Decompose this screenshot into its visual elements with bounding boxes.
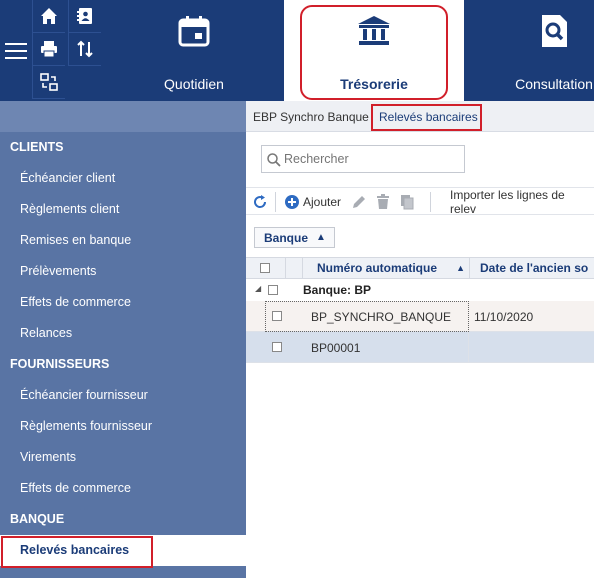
- pencil-icon: [353, 196, 365, 208]
- sidebar-item-remises-en-banque[interactable]: Remises en banque: [0, 225, 246, 256]
- sidebar-item-effets-commerce-client[interactable]: Effets de commerce: [0, 287, 246, 318]
- tab-label: Consultation: [515, 76, 593, 92]
- select-all-cell: [246, 258, 286, 279]
- table-row[interactable]: BP00001: [246, 332, 594, 363]
- sidebar-item-reglements-client[interactable]: Règlements client: [0, 194, 246, 225]
- cell-divider: [468, 332, 469, 363]
- grid-header-spacer: [286, 258, 303, 279]
- import-lines-label: Importer les lignes de relev: [450, 188, 565, 216]
- search-input[interactable]: [284, 150, 460, 168]
- sidebar-item-reglements-fournisseur[interactable]: Règlements fournisseur: [0, 411, 246, 442]
- group-by-label: Banque: [264, 230, 309, 245]
- select-all-checkbox[interactable]: [260, 263, 270, 273]
- row-numero: BP00001: [311, 341, 361, 355]
- row-checkbox[interactable]: [272, 342, 282, 352]
- delete-button[interactable]: [375, 193, 391, 211]
- calendar-icon: [177, 12, 211, 50]
- import-lines-button[interactable]: Importer les lignes de relev: [447, 188, 594, 216]
- duplicate-button[interactable]: [399, 193, 415, 211]
- toolbar-separator: [275, 192, 276, 212]
- print-icon: [41, 41, 57, 58]
- sidebar-item-effets-commerce-fournisseur[interactable]: Effets de commerce: [0, 473, 246, 504]
- group-by-chip[interactable]: Banque ▲: [254, 227, 335, 248]
- toolbar-separator: [430, 192, 431, 212]
- highlight-frame-sidebar: [1, 536, 153, 568]
- trash-icon: [377, 194, 389, 209]
- add-button-label: Ajouter: [303, 195, 342, 209]
- sort-button[interactable]: [68, 33, 101, 66]
- sidebar-section-fournisseurs: FOURNISSEURS: [10, 357, 110, 371]
- sort-asc-icon: ▲: [316, 232, 326, 243]
- sidebar-section-clients: CLIENTS: [10, 140, 64, 154]
- sidebar-item-relances[interactable]: Relances: [0, 318, 246, 349]
- sidebar-item-echeancier-fournisseur[interactable]: Échéancier fournisseur: [0, 380, 246, 411]
- add-button[interactable]: Ajouter: [284, 193, 341, 211]
- home-button[interactable]: [32, 0, 65, 33]
- search-doc-icon: [537, 12, 571, 50]
- sort-icon: [77, 40, 93, 58]
- sync-button[interactable]: [32, 66, 65, 99]
- data-grid: Numéro automatique ▲ Date de l'ancien so…: [246, 257, 594, 363]
- row-date: 11/10/2020: [474, 310, 534, 324]
- highlight-frame-tab: [300, 5, 448, 100]
- row-numero: BP_SYNCHRO_BANQUE: [311, 310, 452, 324]
- plus-circle-icon: [285, 195, 299, 209]
- tab-consultation[interactable]: Consultation: [494, 0, 594, 101]
- toolbar: Ajouter Importer les lignes de relev: [246, 187, 594, 216]
- column-header-date[interactable]: Date de l'ancien so: [470, 258, 594, 279]
- sidebar-header: [0, 101, 246, 132]
- breadcrumb-ebp-synchro-banque[interactable]: EBP Synchro Banque: [253, 110, 369, 124]
- grid-header: Numéro automatique ▲ Date de l'ancien so: [246, 257, 594, 279]
- sort-asc-icon: ▲: [456, 263, 465, 273]
- hamburger-icon: [5, 42, 27, 59]
- sidebar: CLIENTS Échéancier client Règlements cli…: [0, 101, 246, 578]
- tab-quotidien[interactable]: Quotidien: [140, 0, 248, 101]
- contacts-button[interactable]: [68, 0, 101, 33]
- sidebar-item-echeancier-client[interactable]: Échéancier client: [0, 163, 246, 194]
- collapse-triangle-icon[interactable]: ◢: [255, 284, 261, 293]
- search-icon: [267, 153, 281, 167]
- column-header-label: Date de l'ancien so: [480, 261, 589, 275]
- copy-icon: [401, 195, 414, 210]
- group-row[interactable]: ◢ Banque: BP: [246, 279, 594, 301]
- address-book-icon: [77, 8, 92, 24]
- table-row[interactable]: BP_SYNCHRO_BANQUE 11/10/2020: [246, 301, 594, 332]
- refresh-icon: [254, 195, 267, 208]
- home-icon: [41, 8, 57, 24]
- edit-button[interactable]: [351, 193, 367, 211]
- sync-icon: [40, 73, 58, 91]
- top-ribbon: Quotidien Trésorerie Consultation: [0, 0, 594, 101]
- sidebar-item-prelevements[interactable]: Prélèvements: [0, 256, 246, 287]
- row-checkbox[interactable]: [272, 311, 282, 321]
- highlight-frame-breadcrumb: [371, 104, 482, 131]
- group-title: Banque: BP: [303, 283, 372, 297]
- print-button[interactable]: [32, 33, 65, 66]
- sidebar-item-virements[interactable]: Virements: [0, 442, 246, 473]
- refresh-button[interactable]: [252, 193, 268, 211]
- main-panel: EBP Synchro Banque Relevés bancaires Ajo…: [246, 101, 594, 578]
- menu-button[interactable]: [0, 0, 32, 101]
- column-header-numero[interactable]: Numéro automatique ▲: [303, 258, 470, 279]
- column-header-label: Numéro automatique: [317, 261, 438, 275]
- group-checkbox[interactable]: [268, 285, 278, 295]
- sidebar-section-banque: BANQUE: [10, 512, 65, 526]
- search-box[interactable]: [261, 145, 465, 173]
- tab-label: Quotidien: [164, 76, 224, 92]
